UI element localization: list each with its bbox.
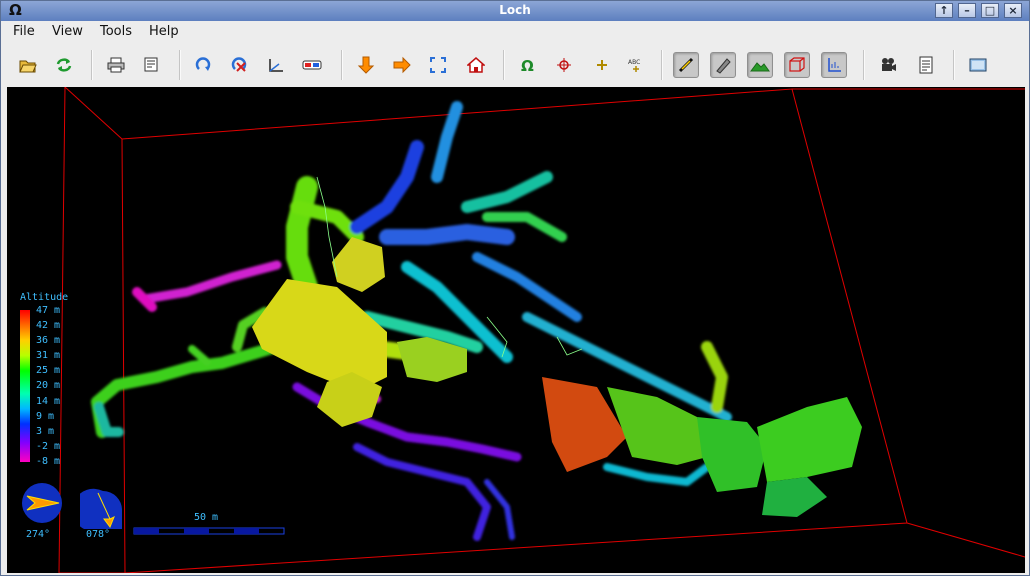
altitude-legend-bar	[20, 310, 30, 462]
tilt-icon	[269, 59, 283, 72]
svg-text:Ω: Ω	[521, 57, 534, 74]
axes-button[interactable]	[821, 52, 847, 78]
clino-tilt[interactable]	[80, 487, 126, 533]
menu-file[interactable]: File	[13, 24, 35, 39]
stations-button[interactable]	[589, 52, 615, 78]
fullscreen-button[interactable]	[965, 52, 991, 78]
legend-label: 3 m	[36, 426, 55, 437]
legend-label: 31 m	[36, 350, 61, 361]
legend-label: -2 m	[36, 441, 61, 452]
fullscreen-icon	[969, 58, 987, 72]
chamber-green-2	[697, 417, 767, 492]
legend-label: 25 m	[36, 365, 61, 376]
keep-above-button[interactable]: ↑	[935, 3, 953, 18]
stations-icon	[597, 60, 607, 70]
open-icon	[19, 60, 37, 73]
bounding-box-button[interactable]	[784, 52, 810, 78]
app-window: Ω Loch ↑ – □ × File View Tools Help Ω AB…	[0, 0, 1030, 576]
scale-label: 50 m	[194, 512, 219, 523]
close-icon: ×	[1008, 4, 1018, 17]
legend-label: 36 m	[36, 335, 61, 346]
stereo-button[interactable]	[299, 52, 325, 78]
chamber-green-3	[757, 397, 862, 482]
export-icon	[144, 57, 158, 72]
window-title: Loch	[499, 3, 531, 17]
plan-view-button[interactable]	[353, 52, 379, 78]
stereo-icon	[302, 60, 322, 70]
home-button[interactable]	[463, 52, 489, 78]
entrances-button[interactable]: Ω	[515, 52, 541, 78]
menu-help[interactable]: Help	[149, 24, 179, 39]
log-button[interactable]	[913, 52, 939, 78]
entrances-icon: Ω	[521, 57, 534, 74]
surface-button[interactable]	[747, 52, 773, 78]
home-icon	[467, 57, 485, 73]
rotate-button[interactable]	[191, 52, 217, 78]
minimize-button[interactable]: –	[958, 3, 976, 18]
walls-button[interactable]	[710, 52, 736, 78]
plan-view-icon	[357, 56, 375, 74]
legend-label: -8 m	[36, 456, 61, 467]
tilt-label: 078°	[86, 529, 111, 540]
compass-bearing[interactable]	[19, 480, 65, 526]
svg-text:ABC: ABC	[628, 59, 640, 66]
chamber-yellow-2	[332, 237, 385, 292]
fixed-points-icon	[557, 58, 571, 72]
minimize-icon: –	[964, 4, 970, 17]
legend-label: 14 m	[36, 396, 61, 407]
export-button[interactable]	[139, 52, 165, 78]
rotate-icon	[195, 57, 211, 71]
centreline-icon	[678, 57, 694, 73]
chamber-yellow	[252, 279, 387, 392]
legend-label: 47 m	[36, 305, 61, 316]
axes-icon	[828, 58, 841, 72]
tilt-button[interactable]	[263, 52, 289, 78]
centreline-button[interactable]	[673, 52, 699, 78]
legend-title: Altitude	[20, 292, 69, 303]
bearing-label: 274°	[26, 529, 51, 540]
maximize-button[interactable]: □	[981, 3, 999, 18]
log-icon	[919, 56, 933, 74]
station-labels-button[interactable]: ABC	[625, 52, 651, 78]
walls-icon	[716, 58, 731, 74]
reload-icon	[56, 58, 72, 72]
menu-view[interactable]: View	[52, 24, 83, 39]
maximize-icon: □	[984, 4, 996, 17]
cave-passages	[91, 101, 732, 541]
animate-icon	[882, 58, 896, 71]
bounding-box-icon	[789, 57, 805, 72]
zoom-fit-icon	[430, 57, 446, 73]
cave-survey-render[interactable]	[7, 87, 1025, 573]
menu-bar: File View Tools Help	[1, 21, 1029, 44]
toolbar: Ω ABC	[1, 44, 1029, 86]
title-bar[interactable]: Ω Loch ↑ – □ ×	[1, 1, 1029, 21]
legend-label: 42 m	[36, 320, 61, 331]
elevation-view-icon	[393, 56, 411, 74]
station-labels-icon: ABC	[628, 59, 640, 72]
up-arrow-icon: ↑	[939, 4, 949, 17]
fixed-points-button[interactable]	[551, 52, 577, 78]
animate-button[interactable]	[875, 52, 901, 78]
close-button[interactable]: ×	[1004, 3, 1022, 18]
legend-label: 9 m	[36, 411, 55, 422]
zoom-fit-button[interactable]	[425, 52, 451, 78]
open-button[interactable]	[15, 52, 41, 78]
scale-bar	[133, 527, 285, 535]
surface-icon	[750, 62, 770, 72]
cave-3d-viewport[interactable]	[7, 87, 1025, 573]
rotate-stop-button[interactable]	[227, 52, 253, 78]
reload-button[interactable]	[51, 52, 77, 78]
print-icon	[107, 57, 125, 73]
chamber-green-4	[762, 477, 827, 517]
legend-label: 20 m	[36, 380, 61, 391]
menu-tools[interactable]: Tools	[100, 24, 132, 39]
rotate-stop-icon	[231, 57, 247, 72]
print-button[interactable]	[103, 52, 129, 78]
elevation-view-button[interactable]	[389, 52, 415, 78]
